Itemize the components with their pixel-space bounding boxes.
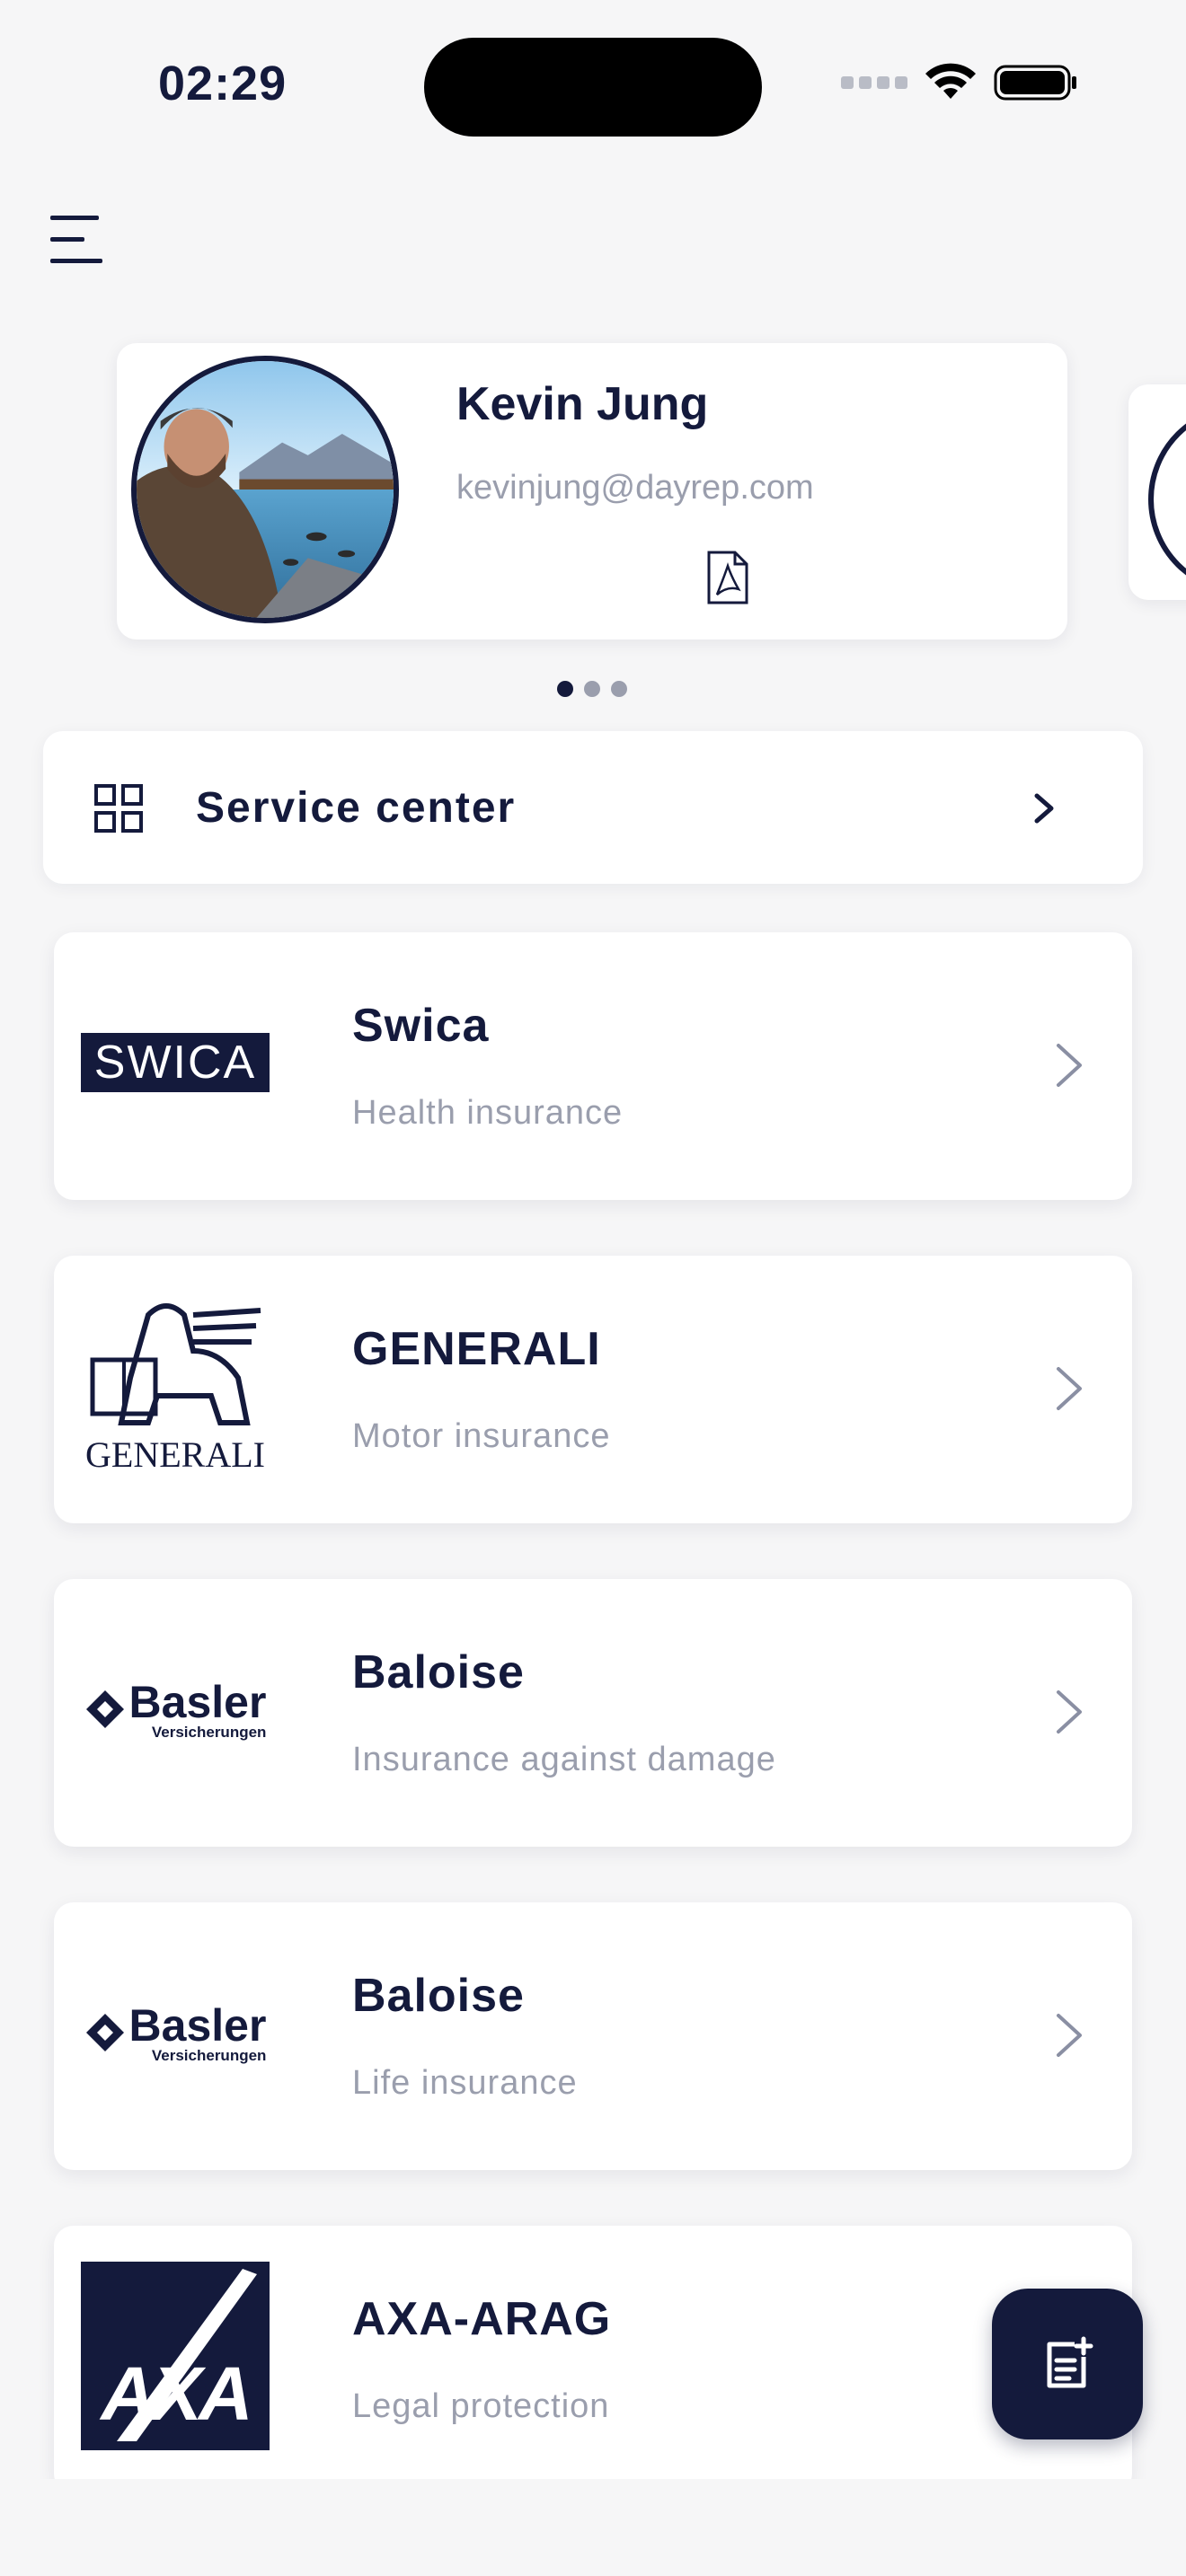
note-add-icon xyxy=(1047,2336,1093,2388)
basler-logo: Basler Versicherungen xyxy=(81,1938,270,2127)
profile-email: kevinjung@dayrep.com xyxy=(456,469,814,507)
dynamic-island xyxy=(424,38,762,137)
chevron-right-icon xyxy=(1057,2014,1082,2057)
insurance-name: Swica xyxy=(352,1000,490,1052)
chevron-right-icon xyxy=(1034,793,1054,824)
grid-icon xyxy=(94,784,143,833)
axa-logo: AXA xyxy=(81,2262,270,2450)
battery-icon xyxy=(994,65,1076,101)
generali-logo: GENERALI xyxy=(81,1292,270,1480)
insurance-name: AXA-ARAG xyxy=(352,2293,612,2345)
insurance-name: GENERALI xyxy=(352,1323,601,1375)
pdf-icon[interactable] xyxy=(706,550,749,605)
insurance-type: Legal protection xyxy=(352,2387,610,2425)
wifi-icon xyxy=(925,63,976,99)
person-photo-icon xyxy=(137,361,394,618)
insurance-type: Motor insurance xyxy=(352,1417,611,1455)
bottom-background xyxy=(0,2479,1186,2576)
chevron-right-icon xyxy=(1057,1044,1082,1087)
basler-logo: Basler Versicherungen xyxy=(81,1615,270,1804)
insurance-type: Health insurance xyxy=(352,1094,624,1132)
status-icons xyxy=(841,63,1078,102)
cellular-signal-icon xyxy=(841,76,907,89)
insurance-name: Baloise xyxy=(352,1646,525,1698)
insurance-card-baloise-life[interactable]: Basler Versicherungen Baloise Life insur… xyxy=(54,1902,1132,2170)
insurance-card-baloise-damage[interactable]: Basler Versicherungen Baloise Insurance … xyxy=(54,1579,1132,1847)
carousel-pager xyxy=(557,681,627,697)
service-center-label: Service center xyxy=(196,784,517,832)
insurance-card-swica[interactable]: SWICA Swica Health insurance xyxy=(54,932,1132,1200)
profile-name: Kevin Jung xyxy=(456,378,709,430)
swica-logo: SWICA xyxy=(81,968,270,1157)
status-time: 02:29 xyxy=(158,57,288,110)
avatar xyxy=(131,356,399,623)
chevron-right-icon xyxy=(1057,1690,1082,1734)
insurance-type: Life insurance xyxy=(352,2064,578,2102)
insurance-type: Insurance against damage xyxy=(352,1741,776,1778)
insurance-card-generali[interactable]: GENERALI GENERALI Motor insurance xyxy=(54,1256,1132,1523)
pager-dot[interactable] xyxy=(584,681,600,697)
pager-dot-active[interactable] xyxy=(557,681,573,697)
add-note-button[interactable] xyxy=(992,2289,1143,2439)
insurance-name: Baloise xyxy=(352,1970,525,2022)
menu-icon[interactable] xyxy=(49,212,104,268)
next-profile-card-peek[interactable] xyxy=(1128,384,1186,600)
chevron-right-icon xyxy=(1057,1367,1082,1410)
insurance-card-axa-arag[interactable]: AXA AXA-ARAG Legal protection xyxy=(54,2226,1132,2493)
pager-dot[interactable] xyxy=(611,681,627,697)
